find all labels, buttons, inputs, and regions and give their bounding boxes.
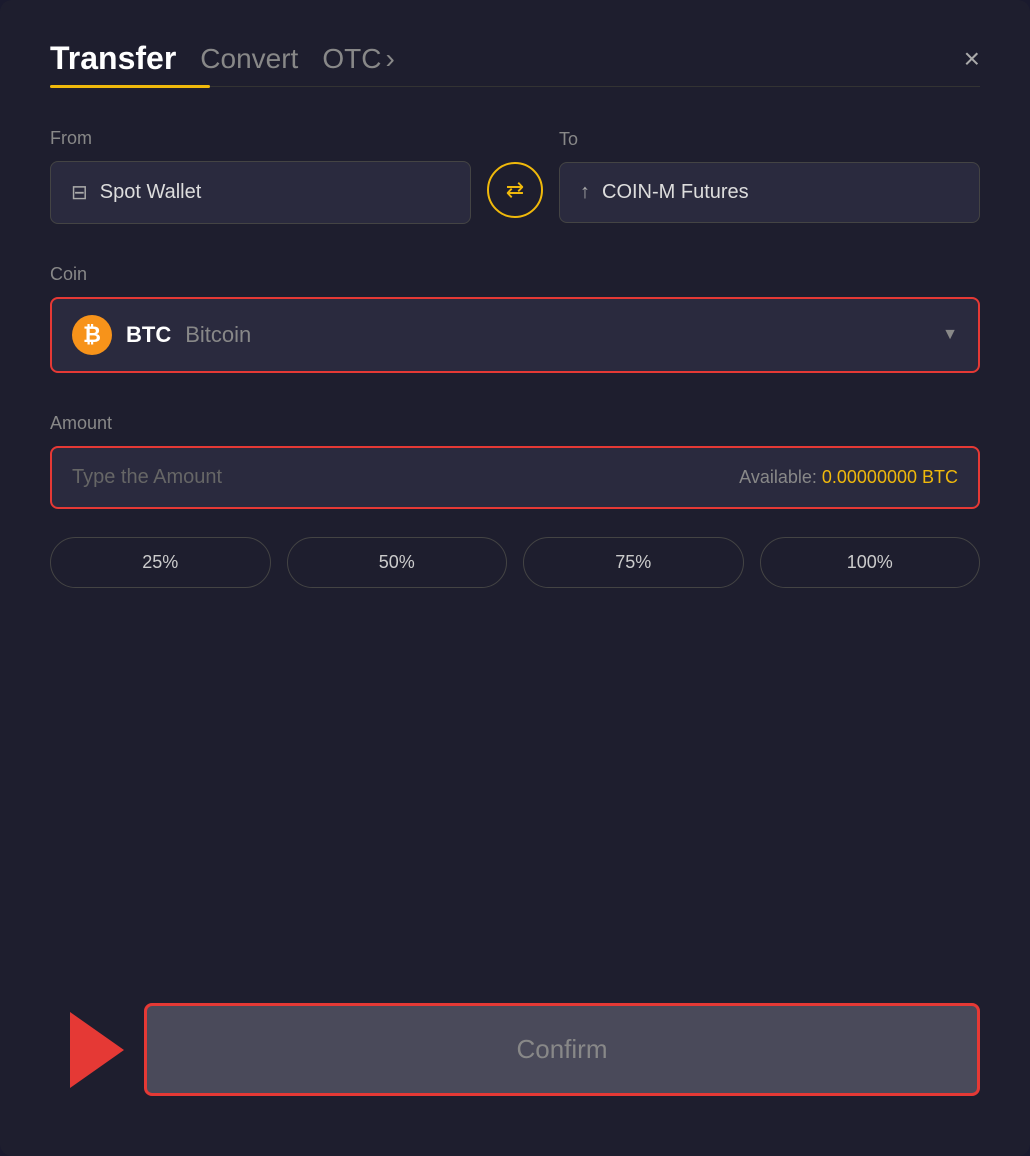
from-to-section: From ⊟ Spot Wallet ⇄ To ↑ COIN-M Futures — [50, 128, 980, 224]
coin-symbol: BTC — [126, 322, 171, 348]
close-button[interactable]: × — [964, 45, 980, 73]
tab-divider — [210, 86, 980, 87]
pct-75-button[interactable]: 75% — [523, 537, 744, 588]
pct-25-button[interactable]: 25% — [50, 537, 271, 588]
modal-container: Transfer Convert OTC › × From ⊟ Spot Wal… — [0, 0, 1030, 1156]
coin-label: Coin — [50, 264, 980, 285]
to-col: To ↑ COIN-M Futures — [559, 129, 980, 223]
from-label: From — [50, 128, 471, 149]
coin-selector[interactable]: ₿ BTC Bitcoin ▼ — [50, 297, 980, 373]
arrow-indicator — [70, 1012, 124, 1088]
confirm-button[interactable]: Confirm — [144, 1003, 980, 1096]
from-wallet-name: Spot Wallet — [100, 181, 202, 204]
available-value: 0.00000000 BTC — [822, 467, 958, 487]
tab-convert[interactable]: Convert — [200, 43, 298, 75]
pct-50-button[interactable]: 50% — [287, 537, 508, 588]
chevron-down-icon: ▼ — [942, 326, 958, 344]
amount-label: Amount — [50, 413, 980, 434]
amount-input[interactable] — [72, 466, 739, 489]
modal-header: Transfer Convert OTC › × — [50, 40, 980, 77]
tab-active-indicator — [50, 85, 210, 88]
chevron-right-icon: › — [385, 43, 394, 75]
from-col: From ⊟ Spot Wallet — [50, 128, 471, 224]
btc-icon: ₿ — [72, 315, 112, 355]
wallet-icon: ⊟ — [71, 180, 88, 205]
pct-100-button[interactable]: 100% — [760, 537, 981, 588]
swap-button[interactable]: ⇄ — [487, 162, 543, 218]
available-text: Available: 0.00000000 BTC — [739, 467, 958, 488]
coin-fullname: Bitcoin — [185, 322, 251, 348]
amount-box: Available: 0.00000000 BTC — [50, 446, 980, 509]
swap-icon: ⇄ — [506, 177, 524, 203]
bottom-area: Confirm — [50, 1003, 980, 1096]
futures-icon: ↑ — [580, 181, 590, 204]
tab-otc[interactable]: OTC › — [322, 43, 394, 75]
percentage-row: 25% 50% 75% 100% — [50, 537, 980, 588]
from-wallet-selector[interactable]: ⊟ Spot Wallet — [50, 161, 471, 224]
tab-underline-row — [50, 85, 980, 88]
to-wallet-selector[interactable]: ↑ COIN-M Futures — [559, 162, 980, 223]
to-wallet-name: COIN-M Futures — [602, 181, 749, 204]
to-label: To — [559, 129, 980, 150]
tab-transfer[interactable]: Transfer — [50, 40, 176, 77]
